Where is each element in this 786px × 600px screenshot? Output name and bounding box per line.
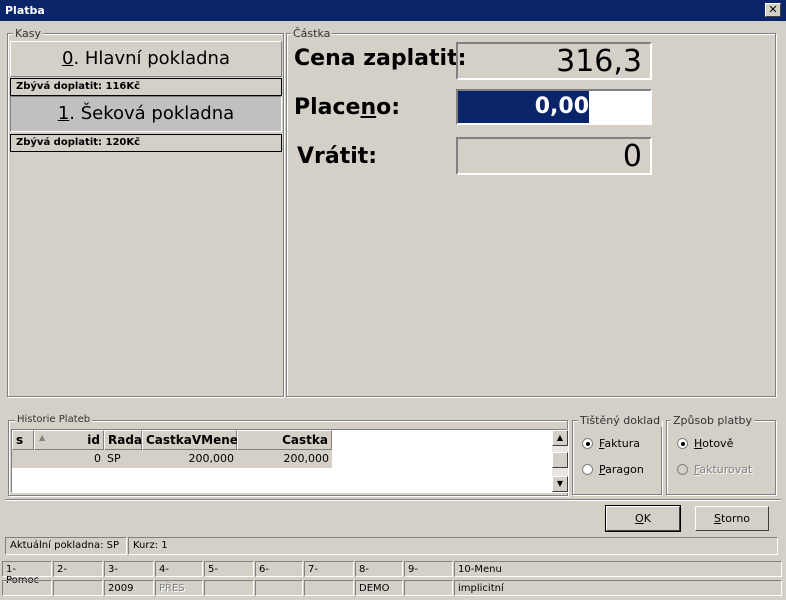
table-row[interactable]: 0 SP 200,000 200,000 (12, 450, 332, 468)
fkey-info-demo: DEMO (355, 580, 403, 596)
radio-faktura-label: Faktura (599, 437, 640, 450)
fkey-f5[interactable]: 5- (204, 561, 254, 577)
cell-rada: SP (107, 452, 121, 465)
radio-hotove-label: Hotově (694, 437, 734, 450)
sort-ascending-icon: ▲ (39, 433, 46, 442)
kasy-group-label: Kasy (13, 27, 44, 40)
col-header-castka[interactable]: Castka (237, 430, 332, 450)
fkey-bar: 1-Pomoc 2- 3- 4- 5- 6- 7- 8- 9- 10-Menu … (0, 560, 786, 600)
grid-scrollbar[interactable]: ▲ ▼ (552, 430, 568, 492)
fkey-f10[interactable]: 10-Menu (454, 561, 782, 577)
doklad-group-label: Tištěný doklad (578, 414, 663, 427)
kasa-name: . Šeková pokladna (69, 103, 235, 124)
historie-group-label: Historie Plateb (15, 414, 93, 425)
fkey-info-year: 2009 (104, 580, 154, 596)
scroll-thumb[interactable] (552, 452, 568, 468)
fkey-f4[interactable]: 4- (155, 561, 203, 577)
placeno-value: 0,00 (534, 94, 589, 119)
doklad-group (572, 420, 662, 495)
fkey-f7[interactable]: 7- (304, 561, 354, 577)
window-title: Platba (5, 4, 45, 17)
window-titlebar: Platba (0, 0, 786, 21)
kasa-info-hlavni: Zbývá doplatit: 116Kč (10, 78, 282, 96)
radio-fakturovat-indicator[interactable] (677, 464, 688, 475)
col-header-s[interactable]: s (12, 430, 34, 450)
radio-fakturovat-label: Fakturovat (694, 463, 753, 476)
fkey-info (204, 580, 254, 596)
fkey-f1[interactable]: 1-Pomoc (2, 561, 52, 586)
status-pokladna: Aktuální pokladna: SP (5, 537, 127, 555)
fkey-info (53, 580, 103, 596)
zpusob-group (666, 420, 776, 495)
radio-faktura-indicator[interactable] (582, 438, 593, 449)
ok-button[interactable]: OK (605, 505, 681, 532)
fkey-info (2, 580, 52, 596)
fkey-info (304, 580, 354, 596)
radio-hotove-indicator[interactable] (677, 438, 688, 449)
historie-grid[interactable]: s ▲ id Rada CastkaVMene Castka 0 SP 200,… (11, 429, 568, 493)
fkey-f6[interactable]: 6- (255, 561, 303, 577)
status-kurz: Kurz: 1 (128, 537, 778, 555)
fkey-info-implicitni: implicitní (454, 580, 782, 596)
vratit-value: 0 (456, 137, 652, 175)
cena-value: 316,3 (456, 42, 652, 80)
fkey-f3[interactable]: 3- (104, 561, 154, 577)
col-header-rada[interactable]: Rada (104, 430, 142, 450)
fkey-f9[interactable]: 9- (404, 561, 453, 577)
fkey-info (255, 580, 303, 596)
radio-paragon-label: Paragon (599, 463, 644, 476)
placeno-label: Placeno: (294, 95, 401, 120)
col-header-id[interactable]: ▲ id (34, 430, 104, 450)
kasa-hotkey: 1 (57, 103, 70, 124)
vratit-label: Vrátit: (297, 144, 378, 169)
scroll-down-icon[interactable]: ▼ (552, 476, 568, 492)
close-icon[interactable]: ✕ (765, 3, 781, 17)
cell-id: 0 (94, 452, 101, 465)
fkey-info (404, 580, 453, 596)
fkey-f2[interactable]: 2- (53, 561, 103, 577)
scroll-up-icon[interactable]: ▲ (552, 430, 568, 446)
castka-group (286, 33, 776, 397)
col-header-castkavmene[interactable]: CastkaVMene (142, 430, 238, 450)
cena-label: Cena zaplatit: (294, 46, 467, 71)
radio-paragon-indicator[interactable] (582, 464, 593, 475)
zpusob-group-label: Způsob platby (671, 414, 755, 427)
cell-castka: 200,000 (283, 452, 330, 465)
castka-group-label: Částka (291, 27, 333, 40)
separator (5, 499, 781, 501)
kasa-button-sekova[interactable]: 1. Šeková pokladna (10, 96, 282, 132)
kasa-button-hlavni[interactable]: 0. Hlavní pokladna (10, 41, 282, 77)
cell-s (12, 450, 34, 468)
fkey-f8[interactable]: 8- (355, 561, 403, 577)
storno-button[interactable]: Storno (695, 506, 769, 531)
kasa-info-sekova: Zbývá doplatit: 120Kč (10, 134, 282, 152)
cell-castkavmene: 200,000 (188, 452, 235, 465)
kasa-name: . Hlavní pokladna (73, 48, 230, 69)
kasa-hotkey: 0 (61, 48, 74, 69)
placeno-input[interactable]: 0,00 (456, 89, 652, 125)
fkey-info-pres: PŘES (155, 580, 203, 596)
